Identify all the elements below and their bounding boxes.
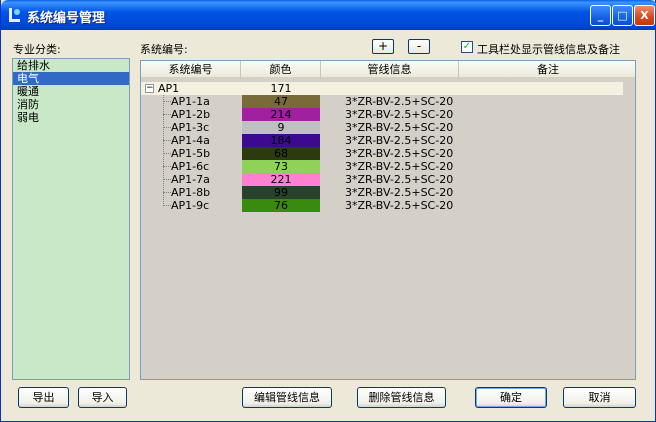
row-pipe-info: 3*ZR-BV-2.5+SC-20 <box>345 186 454 199</box>
row-color-swatch[interactable]: 214 <box>242 108 320 121</box>
dialog-window: 系统编号管理 _ □ X 专业分类: 给排水 电气 暖通 消防 弱电 系统编号: + -… <box>0 0 656 422</box>
table-row[interactable]: AP1-8b 99 3*ZR-BV-2.5+SC-20 <box>141 186 635 199</box>
row-color-swatch[interactable]: 68 <box>242 147 320 160</box>
row-color-swatch[interactable]: 221 <box>242 173 320 186</box>
edit-pipe-info-button[interactable]: 编辑管线信息 <box>242 387 332 408</box>
row-pipe-info: 3*ZR-BV-2.5+SC-20 <box>345 199 454 212</box>
app-icon <box>9 8 20 22</box>
tree-branch <box>163 166 171 167</box>
cancel-button[interactable]: 取消 <box>563 387 636 408</box>
row-pipe-info: 3*ZR-BV-2.5+SC-20 <box>345 147 454 160</box>
show-info-label: 工具栏处显示管线信息及备注 <box>477 43 620 56</box>
row-system-no: AP1-3c <box>171 121 210 134</box>
export-button[interactable]: 导出 <box>18 387 69 408</box>
parent-name: AP1 <box>158 82 180 95</box>
category-item[interactable]: 给排水 <box>13 59 129 72</box>
ok-button[interactable]: 确定 <box>475 387 547 408</box>
row-pipe-info: 3*ZR-BV-2.5+SC-20 <box>345 108 454 121</box>
show-info-checkbox[interactable]: ✓ <box>461 41 473 53</box>
table-row[interactable]: AP1-4a 184 3*ZR-BV-2.5+SC-20 <box>141 134 635 147</box>
row-pipe-info: 3*ZR-BV-2.5+SC-20 <box>345 160 454 173</box>
row-color-swatch[interactable]: 73 <box>242 160 320 173</box>
row-color-swatch[interactable]: 76 <box>242 199 320 212</box>
table-row[interactable]: AP1-7a 221 3*ZR-BV-2.5+SC-20 <box>141 173 635 186</box>
row-system-no: AP1-5b <box>171 147 211 160</box>
title-bar[interactable]: 系统编号管理 _ □ X <box>1 0 656 30</box>
row-system-no: AP1-1a <box>171 95 210 108</box>
row-pipe-info: 3*ZR-BV-2.5+SC-20 <box>345 134 454 147</box>
row-color-swatch[interactable]: 99 <box>242 186 320 199</box>
tree-branch <box>163 127 171 128</box>
tree-branch <box>163 192 171 193</box>
grid-header: 系统编号 颜色 管线信息 备注 <box>141 61 635 79</box>
collapse-toggle[interactable]: − <box>145 84 154 93</box>
category-item[interactable]: 弱电 <box>13 111 129 124</box>
header-color[interactable]: 颜色 <box>241 61 321 79</box>
row-color-swatch[interactable]: 9 <box>242 121 320 134</box>
row-color-swatch[interactable]: 47 <box>242 95 320 108</box>
row-system-no: AP1-9c <box>171 199 210 212</box>
close-button[interactable]: X <box>634 5 655 26</box>
category-label: 专业分类: <box>13 43 61 56</box>
tree-parent-row[interactable]: − AP1 171 <box>141 82 623 95</box>
row-pipe-info: 3*ZR-BV-2.5+SC-20 <box>345 121 454 134</box>
table-row[interactable]: AP1-1a 47 3*ZR-BV-2.5+SC-20 <box>141 95 635 108</box>
delete-pipe-info-button[interactable]: 删除管线信息 <box>357 387 446 408</box>
table-row[interactable]: AP1-2b 214 3*ZR-BV-2.5+SC-20 <box>141 108 635 121</box>
minimize-button[interactable]: _ <box>590 5 611 26</box>
header-remark[interactable]: 备注 <box>459 61 635 79</box>
tree-branch <box>163 179 171 180</box>
tree-branch <box>163 153 171 154</box>
table-row[interactable]: AP1-9c 76 3*ZR-BV-2.5+SC-20 <box>141 199 635 212</box>
category-item[interactable]: 消防 <box>13 98 129 111</box>
tree-branch <box>163 205 171 206</box>
row-color-swatch[interactable]: 184 <box>242 134 320 147</box>
remove-button[interactable]: - <box>408 39 430 54</box>
tree-branch <box>163 114 171 115</box>
header-system-no[interactable]: 系统编号 <box>141 61 241 79</box>
category-item[interactable]: 电气 <box>13 72 129 85</box>
table-row[interactable]: AP1-6c 73 3*ZR-BV-2.5+SC-20 <box>141 160 635 173</box>
row-pipe-info: 3*ZR-BV-2.5+SC-20 <box>345 173 454 186</box>
category-list[interactable]: 给排水 电气 暖通 消防 弱电 <box>12 58 130 380</box>
parent-color-index: 171 <box>270 82 292 95</box>
row-system-no: AP1-8b <box>171 186 211 199</box>
row-pipe-info: 3*ZR-BV-2.5+SC-20 <box>345 95 454 108</box>
system-grid[interactable]: 系统编号 颜色 管线信息 备注 − AP1 171 AP1-1a 47 3*ZR-B… <box>140 60 636 380</box>
add-button[interactable]: + <box>372 39 394 54</box>
row-system-no: AP1-6c <box>171 160 210 173</box>
table-row[interactable]: AP1-5b 68 3*ZR-BV-2.5+SC-20 <box>141 147 635 160</box>
system-label: 系统编号: <box>140 43 188 56</box>
row-system-no: AP1-7a <box>171 173 210 186</box>
tree-branch <box>163 101 171 102</box>
table-row[interactable]: AP1-3c 9 3*ZR-BV-2.5+SC-20 <box>141 121 635 134</box>
tree-branch <box>163 140 171 141</box>
window-title: 系统编号管理 <box>27 11 106 26</box>
category-item[interactable]: 暖通 <box>13 85 129 98</box>
row-system-no: AP1-2b <box>171 108 211 121</box>
maximize-button[interactable]: □ <box>612 5 633 26</box>
import-button[interactable]: 导入 <box>78 387 127 408</box>
row-system-no: AP1-4a <box>171 134 210 147</box>
header-pipe-info[interactable]: 管线信息 <box>321 61 459 79</box>
